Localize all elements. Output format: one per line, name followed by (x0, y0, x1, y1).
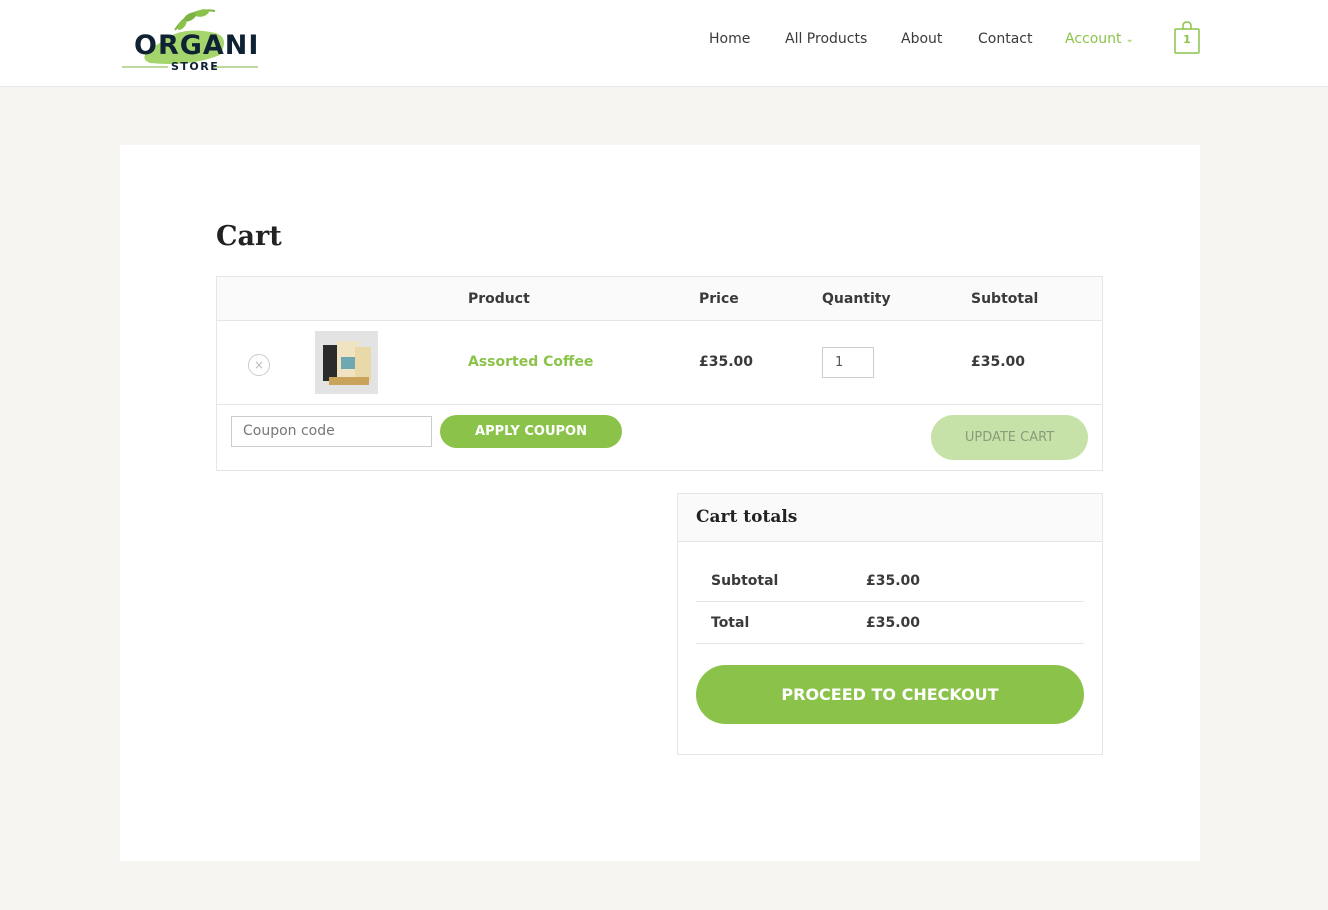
cart-totals-header: Cart totals (678, 494, 1102, 542)
svg-text:STORE: STORE (171, 60, 219, 73)
main-nav: Home All Products About Contact Account ⌄ (0, 31, 1328, 51)
product-subtotal: £35.00 (971, 354, 1026, 370)
nav-home[interactable]: Home (709, 31, 750, 47)
nav-account-label: Account (1065, 31, 1122, 47)
product-thumbnail[interactable] (315, 331, 378, 394)
product-price: £35.00 (699, 354, 754, 370)
proceed-to-checkout-button[interactable]: PROCEED TO CHECKOUT (696, 665, 1084, 724)
cart-button[interactable]: 1 (1174, 21, 1200, 55)
header-subtotal: Subtotal (971, 291, 1039, 307)
coffee-bag-image (323, 341, 371, 385)
total-label: Total (711, 615, 750, 631)
totals-row-total: Total £35.00 (696, 602, 1084, 644)
nav-account[interactable]: Account ⌄ (1065, 31, 1134, 47)
header-product: Product (468, 291, 530, 307)
table-row: × Assorted Coffee £35.00 1 £35.00 (217, 321, 1102, 405)
quantity-input[interactable]: 1 (822, 347, 874, 378)
cart-totals: Cart totals Subtotal £35.00 Total £35.00… (677, 493, 1103, 755)
content-panel: Cart Product Price Quantity Subtotal × A… (120, 145, 1200, 861)
apply-coupon-button[interactable]: APPLY COUPON (440, 415, 622, 448)
cart-table: Product Price Quantity Subtotal × Assort… (216, 276, 1103, 471)
nav-about[interactable]: About (901, 31, 942, 47)
nav-contact[interactable]: Contact (978, 31, 1032, 47)
chevron-down-icon: ⌄ (1125, 34, 1134, 45)
table-header: Product Price Quantity Subtotal (217, 277, 1102, 321)
remove-item-icon[interactable]: × (248, 354, 270, 376)
nav-all-products[interactable]: All Products (785, 31, 867, 47)
subtotal-value: £35.00 (866, 573, 921, 589)
subtotal-label: Subtotal (711, 573, 779, 589)
cart-count-badge: 1 (1183, 33, 1191, 46)
product-name-link[interactable]: Assorted Coffee (468, 354, 593, 370)
header-quantity: Quantity (822, 291, 891, 307)
coupon-code-input[interactable]: Coupon code (231, 416, 432, 447)
site-header: ORGANIC STORE Home All Products About Co… (0, 0, 1328, 87)
update-cart-button[interactable]: UPDATE CART (931, 415, 1088, 460)
page-title: Cart (216, 221, 282, 252)
header-price: Price (699, 291, 739, 307)
cart-totals-title: Cart totals (696, 507, 798, 527)
totals-row-subtotal: Subtotal £35.00 (696, 560, 1084, 602)
total-value: £35.00 (866, 615, 921, 631)
